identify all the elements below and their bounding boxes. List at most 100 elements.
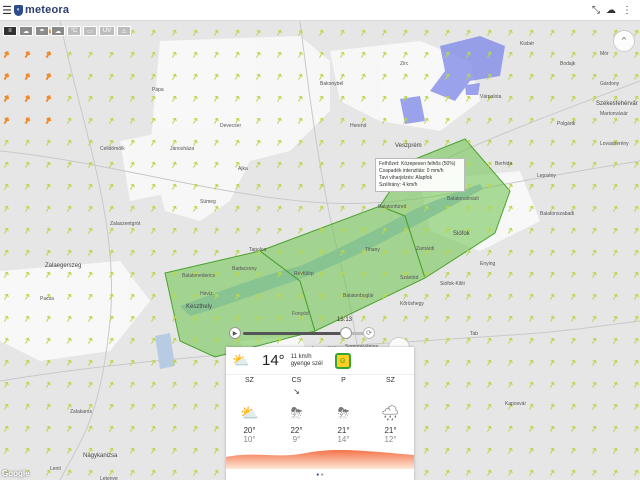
wind-arrow-icon xyxy=(109,381,114,388)
wind-arrow-icon xyxy=(3,51,10,59)
wind-arrow-icon xyxy=(571,403,576,410)
wind-arrow-icon xyxy=(634,447,639,454)
wind-arrow-icon xyxy=(445,447,450,454)
time-slider[interactable]: ▶ 13:13 ⟳ xyxy=(227,317,377,339)
wind-arrow-icon xyxy=(172,403,177,410)
collapse-up-button[interactable]: ⌃ xyxy=(613,30,635,52)
place-label: Bodajk xyxy=(560,61,576,67)
wind-arrow-icon xyxy=(592,381,597,388)
wind-arrow-icon xyxy=(214,29,219,36)
forecast-day[interactable]: SZ 🌧 21° 12° xyxy=(367,375,414,444)
wind-arrow-icon xyxy=(25,205,30,212)
chevron-up-icon: ⌃ xyxy=(619,35,629,48)
place-label: Gárdony xyxy=(600,81,620,87)
day-name: CS xyxy=(291,377,302,384)
wind-arrow-icon xyxy=(24,117,31,125)
place-label: Keszthely xyxy=(186,304,213,310)
wind-arrow-icon xyxy=(508,337,513,344)
place-label: Balatonszabadi xyxy=(540,211,575,217)
wind-arrow-icon xyxy=(4,403,9,410)
wind-arrow-icon xyxy=(25,139,30,146)
day-name: SZ xyxy=(245,377,254,384)
wind-arrow-icon xyxy=(529,95,534,102)
wind-arrow-icon xyxy=(634,337,639,344)
layer-rain[interactable]: ☂ xyxy=(35,26,49,36)
wind-arrow-icon xyxy=(193,447,198,454)
wind-arrow-icon xyxy=(592,425,597,432)
wind-arrow-icon xyxy=(172,337,177,344)
top-bar: ☰ ◐ meteora ⤡ ☁ ⋮ xyxy=(0,0,640,21)
wind-arrow-icon xyxy=(529,315,534,322)
wind-arrow-icon xyxy=(613,271,618,278)
air-quality-icon[interactable]: ☺ xyxy=(334,352,351,369)
wind-arrow-icon xyxy=(634,51,639,58)
wind-arrow-icon xyxy=(487,293,492,300)
place-label: Celldömölk xyxy=(100,146,125,152)
wind-arrow-icon xyxy=(529,227,534,234)
layer-pressure[interactable]: ▭ xyxy=(83,26,97,36)
high-temp: 21° xyxy=(384,426,397,435)
wind-arrow-icon xyxy=(151,227,156,234)
wind-arrow-icon xyxy=(424,293,429,300)
reset-time-icon[interactable]: ⟳ xyxy=(363,327,375,339)
high-temp: 20° xyxy=(243,426,256,435)
wind-arrow-icon xyxy=(3,73,10,81)
layer-wind[interactable]: ≡ xyxy=(3,26,17,36)
wind-arrow-icon xyxy=(130,469,135,476)
wind-direction-icon xyxy=(226,386,273,397)
low-temp: 12° xyxy=(384,435,397,444)
low-temp: 10° xyxy=(243,435,256,444)
wind-arrow-icon xyxy=(613,227,618,234)
wind-arrow-icon xyxy=(634,359,639,366)
wind-arrow-icon xyxy=(550,139,555,146)
wind-arrow-icon xyxy=(592,117,597,124)
wind-arrow-icon xyxy=(466,117,471,124)
wind-arrow-icon xyxy=(529,249,534,256)
play-icon[interactable]: ▶ xyxy=(229,327,241,339)
wind-arrow-icon xyxy=(88,249,93,256)
more-vert-icon[interactable]: ⋮ xyxy=(622,5,632,16)
wind-arrow-icon xyxy=(214,359,219,366)
rain-cloud-icon: 🌧 xyxy=(380,405,401,422)
wind-arrow-icon xyxy=(634,425,639,432)
wind-arrow-icon xyxy=(214,447,219,454)
expand-icon[interactable]: ⤡ xyxy=(592,5,600,16)
wind-arrow-icon xyxy=(550,29,555,36)
layer-uv[interactable]: UV xyxy=(99,26,115,36)
wind-arrow-icon xyxy=(130,403,135,410)
wind-arrow-icon xyxy=(298,161,303,168)
cloud-settings-icon[interactable]: ☁ xyxy=(606,5,616,16)
menu-icon[interactable]: ☰ xyxy=(0,0,14,21)
wind-arrow-icon xyxy=(382,139,387,146)
wind-arrow-icon xyxy=(319,139,324,146)
app-logo[interactable]: ◐ meteora xyxy=(14,4,69,16)
wind-arrow-icon xyxy=(529,271,534,278)
wind-arrow-icon xyxy=(403,29,408,36)
slider-track[interactable] xyxy=(243,332,373,335)
forecast-day[interactable]: SZ ⛅ 20° 10° xyxy=(226,375,273,444)
forecast-panel: ⛅ 14° 11 km/h gyenge szél ☺ SZ ⛅ 20° 10°… xyxy=(226,347,414,480)
wind-arrow-icon xyxy=(592,73,597,80)
layer-temperature[interactable]: °C xyxy=(67,26,81,36)
wind-arrow-icon xyxy=(592,183,597,190)
wind-arrow-icon xyxy=(634,403,639,410)
slider-knob[interactable] xyxy=(340,327,352,339)
layer-clouds[interactable]: ☁ xyxy=(19,26,33,36)
wind-arrow-icon xyxy=(550,227,555,234)
wind-arrow-icon xyxy=(109,227,114,234)
wind-arrow-icon xyxy=(67,73,72,80)
wind-arrow-icon xyxy=(634,271,639,278)
layer-cloud-cover[interactable]: ☁ xyxy=(51,26,65,36)
place-label: Jánosháza xyxy=(170,146,195,152)
wind-arrow-icon xyxy=(235,227,240,234)
place-label: Székesfehérvár xyxy=(596,101,638,107)
wind-arrow-icon xyxy=(550,271,555,278)
layer-warning[interactable]: ⚠ xyxy=(117,26,131,36)
wind-arrow-icon xyxy=(193,227,198,234)
wind-arrow-icon xyxy=(130,95,135,102)
wind-arrow-icon xyxy=(46,161,51,168)
wind-arrow-icon xyxy=(361,183,366,190)
forecast-day[interactable]: P ⛈ 21° 14° xyxy=(320,375,367,444)
wind-arrow-icon xyxy=(550,447,555,454)
forecast-day-selected[interactable]: CS ↘ ⛈ 22° 9° xyxy=(273,375,320,444)
